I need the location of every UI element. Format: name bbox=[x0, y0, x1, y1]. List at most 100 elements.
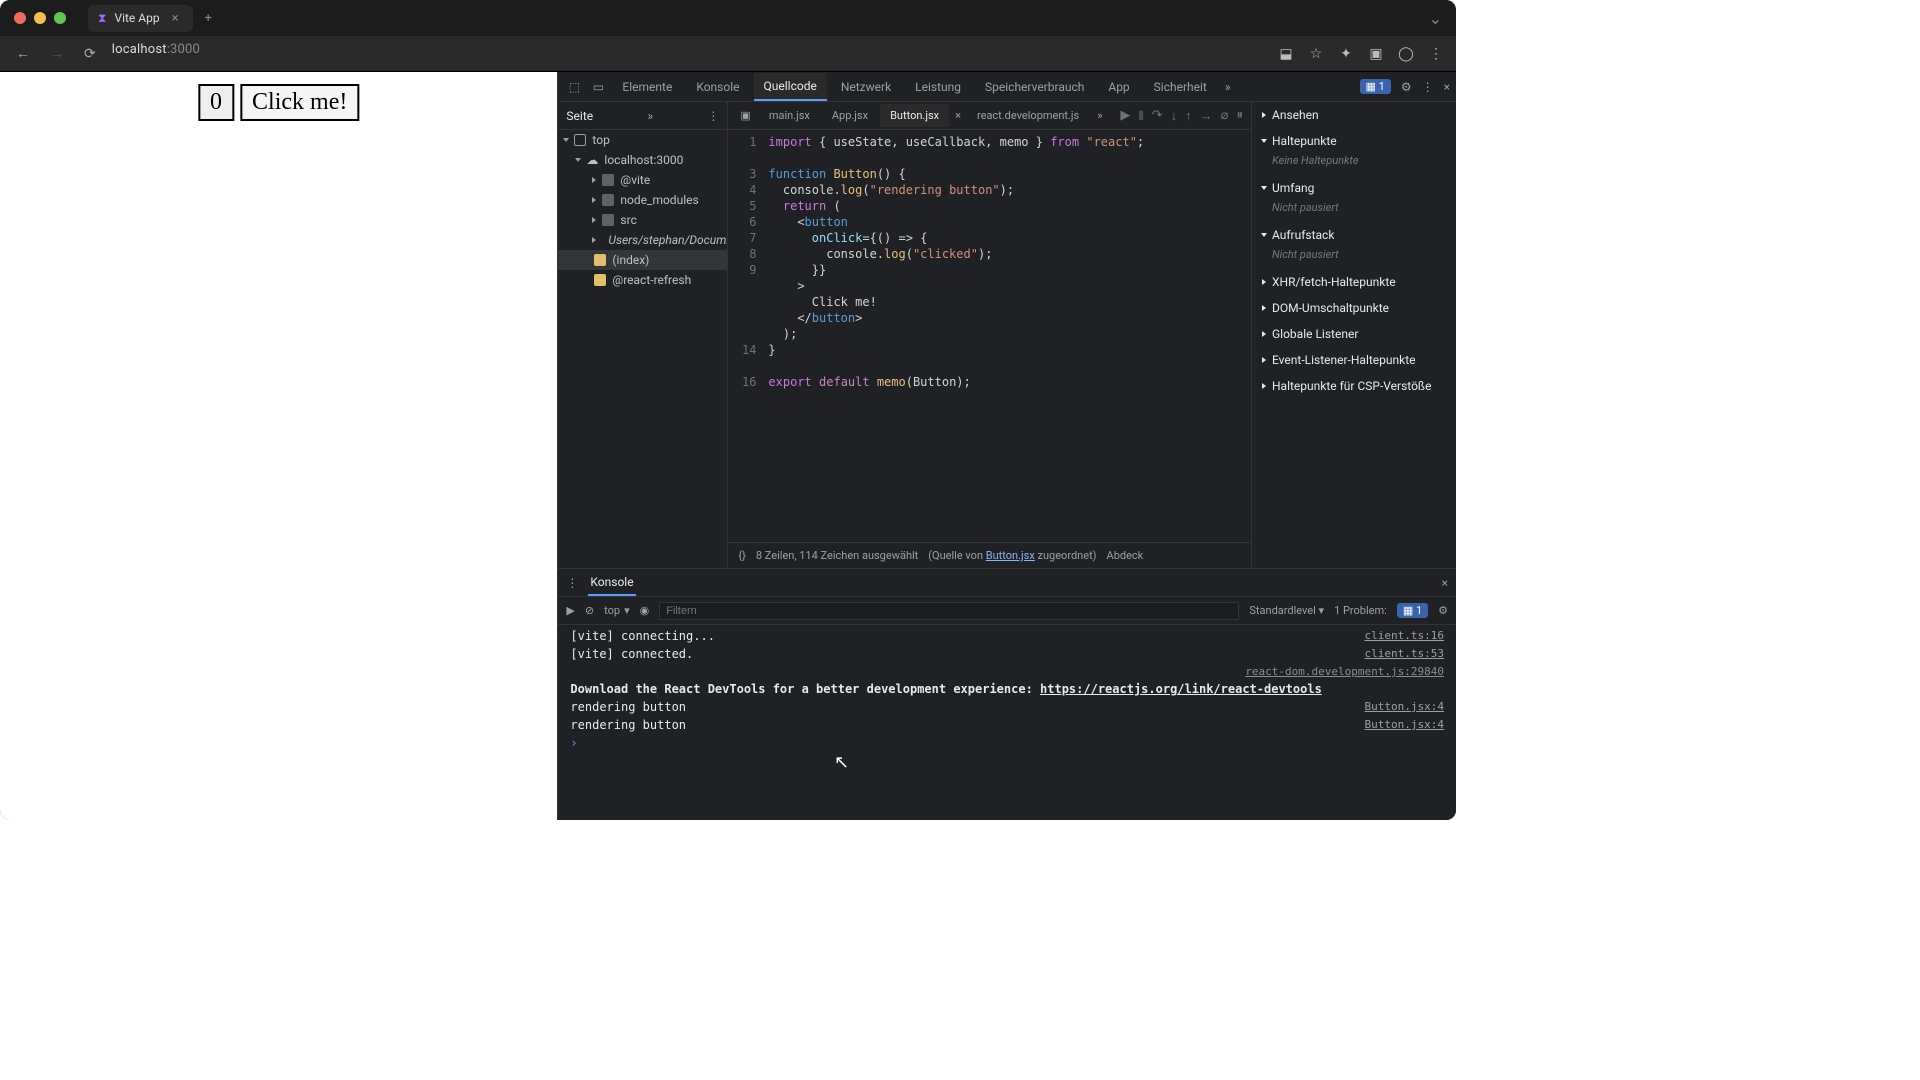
console-problems-badge[interactable]: ▦ 1 bbox=[1397, 603, 1428, 618]
minimize-window-button[interactable] bbox=[34, 12, 46, 24]
dbg-csp[interactable]: Haltepunkte für CSP-Verstöße bbox=[1252, 373, 1456, 399]
tree-folder-vite[interactable]: @vite bbox=[558, 170, 727, 190]
editor-tab-react[interactable]: react.development.js bbox=[967, 104, 1089, 127]
editor-sidebar-toggle[interactable]: ▣ bbox=[734, 109, 756, 122]
profile-icon[interactable]: ◯ bbox=[1398, 46, 1414, 62]
console-context-select[interactable]: top ▾ bbox=[604, 604, 629, 617]
console-clear-button[interactable]: ⊘ bbox=[585, 604, 594, 617]
close-tab-button[interactable]: × bbox=[168, 11, 183, 26]
nav-tab-seite[interactable]: Seite bbox=[566, 109, 593, 123]
tab-konsole[interactable]: Konsole bbox=[686, 74, 749, 100]
traffic-lights bbox=[14, 12, 66, 24]
tree-file-index[interactable]: (index) bbox=[558, 250, 727, 270]
maximize-window-button[interactable] bbox=[54, 12, 66, 24]
debug-step-into-button[interactable]: ↓ bbox=[1171, 108, 1178, 124]
debug-step-out-button[interactable]: ↑ bbox=[1185, 108, 1192, 124]
editor-statusbar: {} 8 Zeilen, 114 Zeichen ausgewählt (Que… bbox=[728, 542, 1251, 568]
devtools-tabbar: ⬚ ▭ Elemente Konsole Quellcode Netzwerk … bbox=[558, 72, 1456, 102]
code-editor[interactable]: 1 3456789 14 16 import { useState, useCa… bbox=[728, 130, 1251, 542]
dbg-globale[interactable]: Globale Listener bbox=[1252, 321, 1456, 347]
editor-tabs-overflow[interactable]: » bbox=[1091, 109, 1108, 122]
tab-leistung[interactable]: Leistung bbox=[905, 74, 971, 100]
tree-folder-node-modules[interactable]: node_modules bbox=[558, 190, 727, 210]
devtools-settings-button[interactable]: ⚙ bbox=[1401, 80, 1412, 94]
url-host: localhost bbox=[112, 42, 167, 57]
editor-tab-main[interactable]: main.jsx bbox=[759, 104, 820, 127]
address-bar[interactable]: localhost:3000 bbox=[112, 42, 532, 66]
reload-button[interactable]: ⟳ bbox=[80, 46, 100, 62]
new-tab-button[interactable]: + bbox=[201, 11, 216, 26]
console-settings-button[interactable]: ⚙ bbox=[1438, 604, 1448, 617]
tab-title: Vite App bbox=[114, 11, 159, 25]
kebab-menu-icon[interactable]: ⋮ bbox=[1428, 46, 1444, 62]
console-filter-input[interactable] bbox=[659, 602, 1239, 620]
debug-pause-button[interactable]: ‖ bbox=[1138, 108, 1143, 124]
browser-window: ⧗ Vite App × + ⌄ ← → ⟳ localhost:3000 ⬓ … bbox=[0, 0, 1456, 820]
dbg-umfang-note: Nicht pausiert bbox=[1252, 201, 1456, 222]
inspect-element-icon[interactable]: ⬚ bbox=[564, 80, 584, 94]
vite-icon: ⧗ bbox=[98, 11, 106, 26]
side-panel-icon[interactable]: ▣ bbox=[1368, 46, 1384, 62]
dbg-haltepunkte[interactable]: Haltepunkte bbox=[1252, 128, 1456, 154]
dbg-haltepunkte-note: Keine Haltepunkte bbox=[1252, 154, 1456, 175]
console-output[interactable]: [vite] connecting...client.ts:16[vite] c… bbox=[558, 625, 1456, 820]
bookmark-star-icon[interactable]: ☆ bbox=[1308, 46, 1324, 62]
dbg-umfang[interactable]: Umfang bbox=[1252, 175, 1456, 201]
editor-tab-button[interactable]: Button.jsx bbox=[880, 104, 949, 127]
devtools-close-button[interactable]: × bbox=[1444, 80, 1450, 94]
tree-top[interactable]: top bbox=[558, 130, 727, 150]
tabs-overflow-button[interactable]: » bbox=[1225, 80, 1231, 94]
tab-elemente[interactable]: Elemente bbox=[612, 74, 682, 100]
dbg-evl[interactable]: Event-Listener-Haltepunkte bbox=[1252, 347, 1456, 373]
console-sidebar-toggle[interactable]: ▶ bbox=[566, 604, 574, 617]
pretty-print-icon[interactable]: {} bbox=[738, 549, 745, 562]
console-live-button[interactable]: ◉ bbox=[640, 604, 650, 617]
tab-netzwerk[interactable]: Netzwerk bbox=[831, 74, 901, 100]
devtools-panel: ⬚ ▭ Elemente Konsole Quellcode Netzwerk … bbox=[557, 72, 1456, 820]
dbg-dom[interactable]: DOM-Umschaltpunkte bbox=[1252, 295, 1456, 321]
drawer-close-button[interactable]: × bbox=[1442, 576, 1448, 590]
debug-deactivate-button[interactable]: ⌀ bbox=[1221, 108, 1229, 124]
dbg-xhr[interactable]: XHR/fetch-Haltepunkte bbox=[1252, 269, 1456, 295]
debugger-sidebar: Ansehen Haltepunkte Keine Haltepunkte Um… bbox=[1252, 102, 1456, 568]
counter-display: 0 bbox=[198, 84, 234, 121]
drawer-menu-button[interactable]: ⋮ bbox=[566, 576, 578, 590]
debug-pause-exceptions-button[interactable]: ⏸ bbox=[1237, 108, 1244, 124]
browser-tab[interactable]: ⧗ Vite App × bbox=[88, 5, 193, 32]
tab-quellcode[interactable]: Quellcode bbox=[754, 73, 827, 101]
devtools-menu-button[interactable]: ⋮ bbox=[1422, 80, 1434, 94]
tree-file-react-refresh[interactable]: @react-refresh bbox=[558, 270, 727, 290]
nav-menu-button[interactable]: ⋮ bbox=[707, 109, 719, 123]
tab-app[interactable]: App bbox=[1098, 74, 1139, 100]
dbg-aufrufstack[interactable]: Aufrufstack bbox=[1252, 222, 1456, 248]
debug-run-button[interactable]: ▶ bbox=[1120, 108, 1130, 124]
issues-badge[interactable]: ▦ 1 bbox=[1360, 79, 1391, 94]
dbg-ansehen[interactable]: Ansehen bbox=[1252, 102, 1456, 128]
main-area: 0 Click me! ⬚ ▭ Elemente Konsole Quellco… bbox=[0, 72, 1456, 820]
tree-folder-src[interactable]: src bbox=[558, 210, 727, 230]
tab-speicherverbrauch[interactable]: Speicherverbrauch bbox=[975, 74, 1094, 100]
console-level-select[interactable]: Standardlevel ▾ bbox=[1249, 604, 1324, 617]
close-window-button[interactable] bbox=[14, 12, 26, 24]
tab-sicherheit[interactable]: Sicherheit bbox=[1144, 74, 1217, 100]
device-toggle-icon[interactable]: ▭ bbox=[588, 80, 608, 94]
file-tree: top ☁localhost:3000 @vite node_modules s… bbox=[558, 130, 727, 568]
click-me-button[interactable]: Click me! bbox=[240, 84, 359, 121]
debug-step-over-button[interactable]: ↷ bbox=[1152, 108, 1163, 124]
extensions-icon[interactable]: ✦ bbox=[1338, 46, 1354, 62]
drawer-tab-konsole[interactable]: Konsole bbox=[588, 570, 635, 596]
editor-tab-close-button[interactable]: × bbox=[951, 109, 965, 122]
editor-tab-app[interactable]: App.jsx bbox=[822, 104, 878, 127]
sources-navigator: Seite » ⋮ top ☁localhost:3000 @vite node… bbox=[558, 102, 728, 568]
back-button[interactable]: ← bbox=[12, 45, 34, 62]
tree-folder-users[interactable]: Users/stephan/Docum… bbox=[558, 230, 727, 250]
debug-step-button[interactable]: → bbox=[1200, 108, 1213, 124]
nav-overflow-button[interactable]: » bbox=[647, 109, 653, 123]
tree-host[interactable]: ☁localhost:3000 bbox=[558, 150, 727, 170]
install-app-icon[interactable]: ⬓ bbox=[1278, 46, 1294, 62]
tab-overflow-button[interactable]: ⌄ bbox=[1429, 9, 1442, 28]
cloud-icon: ☁ bbox=[586, 153, 598, 167]
console-problems-label: 1 Problem: bbox=[1334, 604, 1387, 617]
source-editor: ▣ main.jsx App.jsx Button.jsx × react.de… bbox=[728, 102, 1252, 568]
forward-button[interactable]: → bbox=[46, 45, 68, 62]
